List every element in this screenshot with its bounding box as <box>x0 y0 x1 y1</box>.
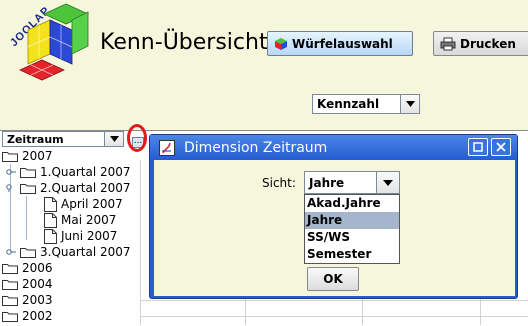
tree-item-label: Mai 2007 <box>61 213 117 227</box>
tree-item[interactable]: Mai 2007 <box>44 212 116 228</box>
tree-item[interactable]: 2.Quartal 2007 <box>6 180 131 196</box>
sicht-option-jahre[interactable]: Jahre <box>305 212 399 229</box>
tree-item-label: 2006 <box>22 261 53 275</box>
maximize-button[interactable] <box>468 138 488 156</box>
maximize-icon <box>473 142 483 152</box>
kennzahl-value: Kennzahl <box>317 97 380 111</box>
sicht-option-semester[interactable]: Semester <box>305 246 399 263</box>
print-button[interactable]: Drucken <box>433 31 528 56</box>
tree-item[interactable]: 2003 <box>2 292 53 308</box>
tree-item[interactable]: 2002 <box>2 308 53 324</box>
tree-item-label: 3.Quartal 2007 <box>40 245 131 259</box>
zeitraum-value: Zeitraum <box>7 132 64 146</box>
document-icon <box>44 196 57 212</box>
close-icon <box>496 142 506 152</box>
close-button[interactable] <box>491 138 511 156</box>
tree-item[interactable]: Juni 2007 <box>44 228 117 244</box>
joolap-logo: JOOLAP <box>8 3 89 81</box>
folder-icon <box>2 295 18 306</box>
tree-item[interactable]: April 2007 <box>44 196 123 212</box>
tree-item-label: 2004 <box>22 277 53 291</box>
sicht-dropdown-list: Akad.Jahre Jahre SS/WS Semester <box>304 194 400 264</box>
tree-item-label: April 2007 <box>61 197 123 211</box>
sicht-select[interactable]: Jahre <box>304 171 400 194</box>
tree-item-label: 2003 <box>22 293 53 307</box>
folder-icon <box>20 247 36 258</box>
tree-item-label: 2002 <box>22 309 53 323</box>
folder-icon <box>2 151 18 162</box>
grid-line <box>140 300 528 301</box>
tree-expander-icon[interactable] <box>6 169 16 175</box>
tree-item[interactable]: 2004 <box>2 276 53 292</box>
tree-collapse-icon[interactable] <box>6 184 16 192</box>
chevron-down-icon[interactable] <box>400 95 419 113</box>
highlight-circle <box>127 124 147 152</box>
printer-icon <box>440 37 456 50</box>
chevron-down-icon[interactable] <box>376 172 399 193</box>
page-title: Kenn-Übersicht <box>100 30 268 55</box>
tree-expander-icon[interactable] <box>6 249 16 255</box>
tree-item-label: 2.Quartal 2007 <box>40 181 131 195</box>
tree-item[interactable]: 2006 <box>2 260 53 276</box>
tree-item[interactable]: 1.Quartal 2007 <box>6 164 131 180</box>
folder-icon <box>20 167 36 178</box>
java-icon <box>159 140 175 156</box>
folder-icon <box>2 311 18 322</box>
cube-select-button[interactable]: Würfelauswahl <box>267 31 413 56</box>
folder-icon <box>2 263 18 274</box>
print-label: Drucken <box>460 36 516 51</box>
tree-item-label: Juni 2007 <box>61 229 118 243</box>
document-icon <box>44 212 57 228</box>
tree-item-label: 2007 <box>22 149 53 163</box>
ok-button[interactable]: OK <box>307 267 359 291</box>
cube-select-label: Würfelauswahl <box>292 36 393 51</box>
tree-item[interactable]: 2007 <box>2 148 53 164</box>
tree-item[interactable]: 3.Quartal 2007 <box>6 244 131 260</box>
cube-icon <box>275 37 287 50</box>
sicht-option-ss-ws[interactable]: SS/WS <box>305 229 399 246</box>
chevron-down-icon[interactable] <box>104 132 123 146</box>
kennzahl-select[interactable]: Kennzahl <box>312 94 420 114</box>
folder-open-icon <box>20 183 36 194</box>
dialog-title: Dimension Zeitraum <box>184 140 328 156</box>
grid-line <box>140 316 528 317</box>
folder-icon <box>2 279 18 290</box>
sicht-label: Sicht: <box>262 176 296 190</box>
sicht-option-akad-jahre[interactable]: Akad.Jahre <box>305 195 399 212</box>
tree-line <box>26 196 27 240</box>
zeitraum-select[interactable]: Zeitraum <box>2 131 124 147</box>
document-icon <box>44 228 57 244</box>
tree-item-label: 1.Quartal 2007 <box>40 165 131 179</box>
sicht-value: Jahre <box>309 175 345 190</box>
